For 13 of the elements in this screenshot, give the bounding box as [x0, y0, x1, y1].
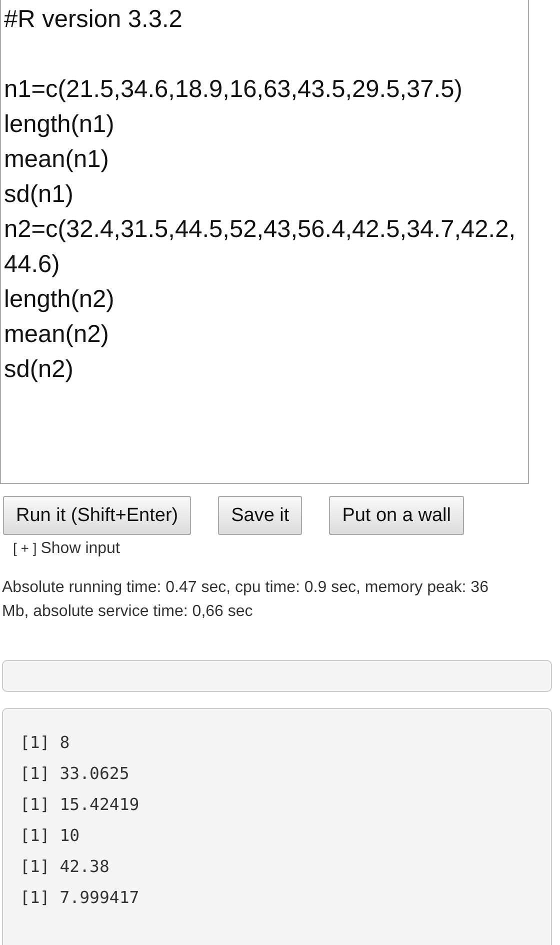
output-line: [1] 33.0625: [20, 763, 130, 785]
output-line: [1] 8: [20, 732, 71, 754]
code-editor-field[interactable]: #R version 3.3.2 n1=c(21.5,34.6,18.9,16,63,43.5,29.5,37.5) length(n1) mean(n1) sd(n1) n2=c(32.4,31.5,44.5,52,43,56.4,42.5,34.7,42.2,44.6) length(n2) mean(n2) sd(n2): [0, 0, 529, 484]
expand-toggle[interactable]: [ + ]: [13, 540, 37, 558]
output-line: [1] 15.42419: [20, 794, 140, 816]
execution-stats-text: Absolute running time: 0.47 sec, cpu time: 0.9 sec, memory peak: 36 Mb, absolute service time: 0,66 sec: [2, 578, 490, 622]
show-input-link[interactable]: Show input: [40, 540, 120, 558]
action-button[interactable]: Save it: [218, 496, 302, 535]
action-button[interactable]: Put on a wall: [329, 496, 464, 535]
action-button[interactable]: Run it (Shift+Enter): [3, 496, 192, 535]
output-line: [1] 7.999417: [20, 887, 140, 909]
output-line: [1] 42.38: [20, 856, 110, 878]
output-line: [1] 10: [20, 825, 81, 847]
